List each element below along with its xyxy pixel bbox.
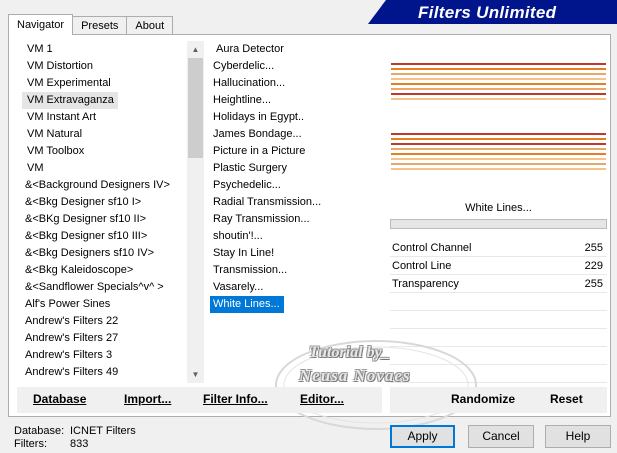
control-label: Control Line [392,260,452,272]
preview-line [391,168,606,170]
filters-label: Filters: [14,438,47,450]
preview-line [391,63,606,65]
category-item[interactable]: &<Bkg Kaleidoscope> [22,262,186,279]
scroll-down-arrow-icon[interactable]: ▼ [187,366,204,383]
filters-count: 833 [70,438,89,450]
preview-line [391,143,606,145]
preview-line [391,138,606,140]
database-value: ICNET Filters [70,425,136,437]
filter-item[interactable]: James Bondage... [210,126,382,143]
navigator-panel: VM 1 VM Distortion VM Experimental VM Ex… [8,34,611,430]
tab-about[interactable]: About [126,16,174,34]
filter-item[interactable]: Plastic Surgery [210,160,382,177]
preview-line [391,158,606,160]
control-row-empty [390,311,607,329]
randomize-button[interactable]: Randomize [451,392,515,406]
help-button[interactable]: Help [545,425,611,448]
tab-navigator[interactable]: Navigator [8,14,74,35]
category-item[interactable]: &<Bkg Designers sf10 IV> [22,245,186,262]
category-item[interactable]: &<Background Designers IV> [22,177,186,194]
filter-item[interactable]: Stay In Line! [210,245,382,262]
category-item-selected[interactable]: VM Extravaganza [22,92,118,109]
category-item[interactable]: VM Natural [22,126,186,143]
preview-line [391,148,606,150]
category-list[interactable]: VM 1 VM Distortion VM Experimental VM Ex… [22,41,186,381]
category-item[interactable]: VM 1 [22,41,186,58]
category-item[interactable]: VM Toolbox [22,143,186,160]
filter-item[interactable]: Cyberdelic... [210,58,382,75]
control-value[interactable]: 255 [585,239,603,257]
category-item[interactable]: VM Instant Art [22,109,186,126]
scroll-thumb[interactable] [188,58,203,158]
category-item[interactable]: &<Bkg Designer sf10 III> [22,228,186,245]
reset-button[interactable]: Reset [550,392,583,406]
category-item[interactable]: VM [22,160,186,177]
category-item[interactable]: VM Distortion [22,58,186,75]
control-value[interactable]: 229 [585,257,603,275]
watermark-line-2: Neusa Novaes [299,366,411,385]
category-item[interactable]: Andrew's Filters 3 [22,347,186,364]
filter-item[interactable]: Aura Detector [210,41,382,58]
control-row-transparency[interactable]: Transparency 255 [390,275,607,293]
category-item[interactable]: Andrew's Filters 27 [22,330,186,347]
filter-list[interactable]: Aura Detector Cyberdelic... Hallucinatio… [210,41,382,313]
tab-presets[interactable]: Presets [72,16,128,34]
preview-line [391,98,606,100]
control-row-empty [390,293,607,311]
filter-item[interactable]: Picture in a Picture [210,143,382,160]
preview-line [391,88,606,90]
navigator-action-bar: Database Import... Filter Info... Editor… [17,387,382,413]
control-row-line[interactable]: Control Line 229 [390,257,607,275]
filter-item[interactable]: Psychedelic... [210,177,382,194]
scroll-up-arrow-icon[interactable]: ▲ [187,41,204,58]
category-item[interactable]: &<Bkg Designer sf10 I> [22,194,186,211]
filter-item[interactable]: Transmission... [210,262,382,279]
import-button[interactable]: Import... [124,392,171,406]
category-item[interactable]: Alf's Power Sines [22,296,186,313]
filter-item[interactable]: Vasarely... [210,279,382,296]
filter-item[interactable]: Ray Transmission... [210,211,382,228]
preview-line [391,83,606,85]
control-label: Control Channel [392,242,472,254]
category-item[interactable]: &<Sandflower Specials^v^ > [22,279,186,296]
category-item[interactable]: Andrew's Filters 22 [22,313,186,330]
database-label: Database: [14,425,65,437]
filter-name-bar [390,219,607,229]
filter-item[interactable]: Radial Transmission... [210,194,382,211]
filter-item[interactable]: shoutin'!... [210,228,382,245]
category-item[interactable]: VM Experimental [22,75,186,92]
filter-name: White Lines... [465,202,532,214]
control-label: Transparency [392,278,459,290]
preview-line [391,68,606,70]
preview-line [391,153,606,155]
filter-info-button[interactable]: Filter Info... [203,392,268,406]
preview-action-bar: Randomize Reset [390,387,607,413]
database-button[interactable]: Database [33,392,86,406]
filter-item-selected[interactable]: White Lines... [210,296,284,313]
editor-button[interactable]: Editor... [300,392,344,406]
watermark-line-1: Tutorial by_ [309,344,390,361]
preview-line [391,78,606,80]
preview-line [391,133,606,135]
filter-preview [390,47,607,183]
apply-button[interactable]: Apply [390,425,455,448]
filter-item[interactable]: Hallucination... [210,75,382,92]
category-item[interactable]: Andrew's Filters 49 [22,364,186,381]
banner-title: Filters Unlimited [418,3,557,22]
preview-line [391,73,606,75]
category-scrollbar[interactable]: ▲ ▼ [187,41,204,383]
preview-line [391,163,606,165]
control-row-channel[interactable]: Control Channel 255 [390,239,607,257]
preview-line [391,93,606,95]
cancel-button[interactable]: Cancel [468,425,534,448]
tab-bar: Navigator Presets About [8,14,174,35]
category-item[interactable]: &<BKg Designer sf10 II> [22,211,186,228]
filter-item[interactable]: Heightline... [210,92,382,109]
control-value[interactable]: 255 [585,275,603,293]
filter-item[interactable]: Holidays in Egypt.. [210,109,382,126]
